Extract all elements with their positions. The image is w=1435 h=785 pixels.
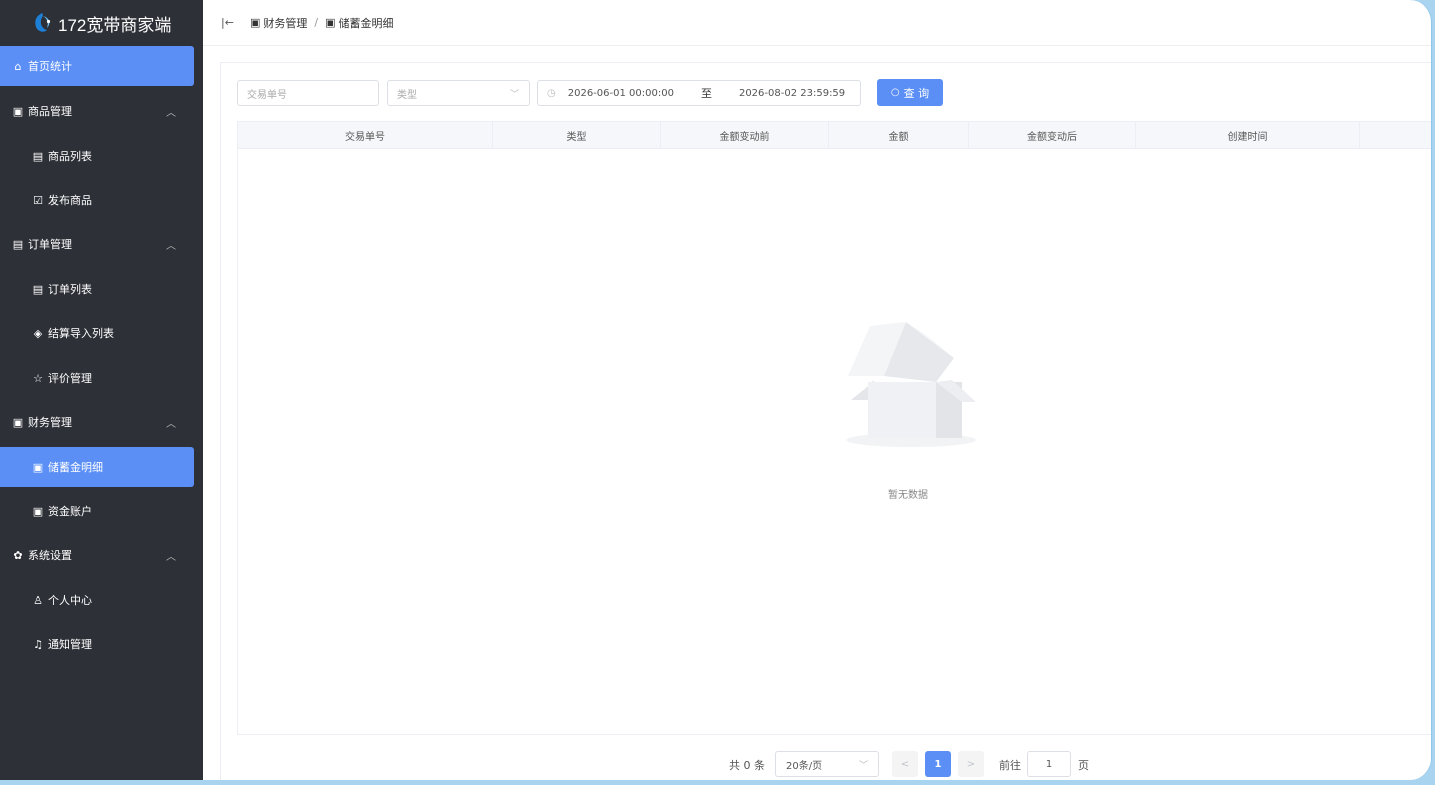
sidebar-item-label: 发布商品 [48,194,92,207]
list-icon: ▤ [32,149,44,163]
sidebar-item-label: 财务管理 [28,416,72,429]
date-end[interactable]: 2026-08-02 23:59:59 [739,88,845,99]
order-number-placeholder: 交易单号 [247,89,287,101]
detail-icon: ▣ [32,460,44,474]
column-header[interactable]: 金额 [829,122,969,149]
sidebar-item-label: 订单列表 [48,283,92,296]
sidebar-item-reviews[interactable]: ☆ 评价管理 [0,358,194,398]
sidebar-item-order-list[interactable]: ▤ 订单列表 [0,269,194,309]
sidebar-item-profile[interactable]: ♙ 个人中心 [0,580,194,620]
sidebar-group-orders[interactable]: ▤ 订单管理 ︿ [0,224,194,264]
chevron-down-icon: ﹀ [858,761,868,771]
table-header: 交易单号 类型 金额变动前 金额 金额变动后 创建时间 [238,122,1431,149]
sidebar-item-label: 商品列表 [48,150,92,163]
detail-icon: ▣ [325,16,336,29]
date-range-separator: 至 [700,87,712,100]
product-icon: ▣ [12,104,24,118]
sidebar-item-label: 系统设置 [28,549,72,562]
sidebar-item-label: 结算导入列表 [48,327,114,340]
sidebar-item-home-stats[interactable]: ⌂ 首页统计 [0,46,194,86]
date-start[interactable]: 2026-06-01 00:00:00 [568,88,674,99]
empty-box-icon [846,322,976,447]
empty-state-text: 暂无数据 [888,490,928,501]
column-header-empty [1360,122,1431,149]
bell-icon: ♫ [33,637,43,651]
column-header[interactable]: 金额变动前 [661,122,829,149]
chevron-down-icon: ﹀ [509,90,519,100]
app-title: 172宽带商家端 [58,15,172,35]
sidebar-item-publish-product[interactable]: ☑ 发布商品 [0,180,194,220]
prev-page-button[interactable]: < [892,751,918,777]
sidebar: 172宽带商家端 ⌂ 首页统计 ▣ 商品管理 ︿ ▤ 商品列表 ☑ 发布商品 ▤… [0,0,203,780]
breadcrumb-current: 储蓄金明细 [338,16,394,30]
column-header[interactable]: 类型 [493,122,661,149]
account-icon: ▣ [32,504,44,518]
sidebar-item-label: 储蓄金明细 [48,461,103,474]
order-icon: ▤ [12,237,24,251]
sidebar-item-label: 订单管理 [28,238,72,251]
sidebar-item-settlement-import[interactable]: ◈ 结算导入列表 [0,313,194,353]
sidebar-item-product-list[interactable]: ▤ 商品列表 [0,136,194,176]
chevron-left-icon: < [900,758,910,770]
sidebar-item-label: 评价管理 [48,372,92,385]
page-unit-label: 页 [1078,759,1089,772]
star-icon: ☆ [33,371,43,385]
breadcrumb-parent[interactable]: 财务管理 [263,15,307,31]
order-number-input[interactable]: 交易单号 [237,80,379,106]
column-header[interactable]: 创建时间 [1136,122,1360,149]
goto-page-input[interactable]: 1 [1027,751,1071,777]
tag-icon: ◈ [33,326,43,340]
page-size-select[interactable]: 20条/页 ﹀ [775,751,879,777]
brand[interactable]: 172宽带商家端 [0,0,203,46]
goto-label: 前往 [999,759,1021,772]
date-range-picker[interactable]: ◷ 2026-06-01 00:00:00 至 2026-08-02 23:59… [537,80,861,106]
sidebar-item-label: 通知管理 [48,638,92,651]
main-panel: 交易单号 类型 ﹀ ◷ 2026-06-01 00:00:00 至 2026-0… [220,62,1431,780]
home-icon: ⌂ [14,59,22,73]
data-table: 交易单号 类型 金额变动前 金额 金额变动后 创建时间 暂无数据 [237,121,1431,735]
sidebar-group-finance[interactable]: ▣ 财务管理 ︿ [0,402,194,442]
chevron-up-icon: ︿ [166,241,176,252]
chevron-up-icon: ︿ [166,108,176,119]
sidebar-item-savings-detail[interactable]: ▣ 储蓄金明细 [0,447,194,487]
sidebar-item-label: 商品管理 [28,105,72,118]
chevron-up-icon: ︿ [166,552,176,563]
chevron-right-icon: > [966,758,976,770]
sidebar-item-fund-account[interactable]: ▣ 资金账户 [0,491,194,531]
edit-icon: ☑ [33,193,43,207]
user-icon: ♙ [33,593,43,607]
type-placeholder: 类型 [397,89,417,101]
page-number-button[interactable]: 1 [925,751,951,777]
search-button-label: 查 询 [903,86,930,100]
logo-icon [35,13,51,32]
list-icon: ▤ [32,282,44,296]
pagination: 共 0 条 20条/页 ﹀ < 1 > 前往 1 页 [221,751,1431,777]
app-window: 172宽带商家端 ⌂ 首页统计 ▣ 商品管理 ︿ ▤ 商品列表 ☑ 发布商品 ▤… [0,0,1432,780]
sidebar-group-products[interactable]: ▣ 商品管理 ︿ [0,91,194,131]
clock-icon: ◷ [547,87,556,99]
breadcrumb-separator: / [314,16,319,29]
wallet-icon: ▣ [249,16,261,29]
sidebar-group-settings[interactable]: ✿ 系统设置 ︿ [0,535,194,575]
collapse-sidebar-icon[interactable]: |← [221,16,234,29]
gear-icon: ✿ [13,548,23,562]
search-icon: ○ [890,87,900,98]
column-header[interactable]: 金额变动后 [969,122,1136,149]
sidebar-item-notifications[interactable]: ♫ 通知管理 [0,624,194,664]
page-size-value: 20条/页 [786,760,823,772]
sidebar-item-label: 首页统计 [28,60,72,73]
next-page-button[interactable]: > [958,751,984,777]
type-select[interactable]: 类型 ﹀ [387,80,530,106]
sidebar-item-label: 个人中心 [48,594,92,607]
column-header[interactable]: 交易单号 [238,122,493,149]
topbar: |← ▣ 财务管理 / ▣ 储蓄金明细 [203,0,1431,46]
search-button[interactable]: ○ 查 询 [877,79,943,106]
pagination-total: 共 0 条 [729,759,765,772]
chevron-up-icon: ︿ [166,419,176,430]
wallet-icon: ▣ [12,415,24,429]
sidebar-item-label: 资金账户 [48,505,92,518]
